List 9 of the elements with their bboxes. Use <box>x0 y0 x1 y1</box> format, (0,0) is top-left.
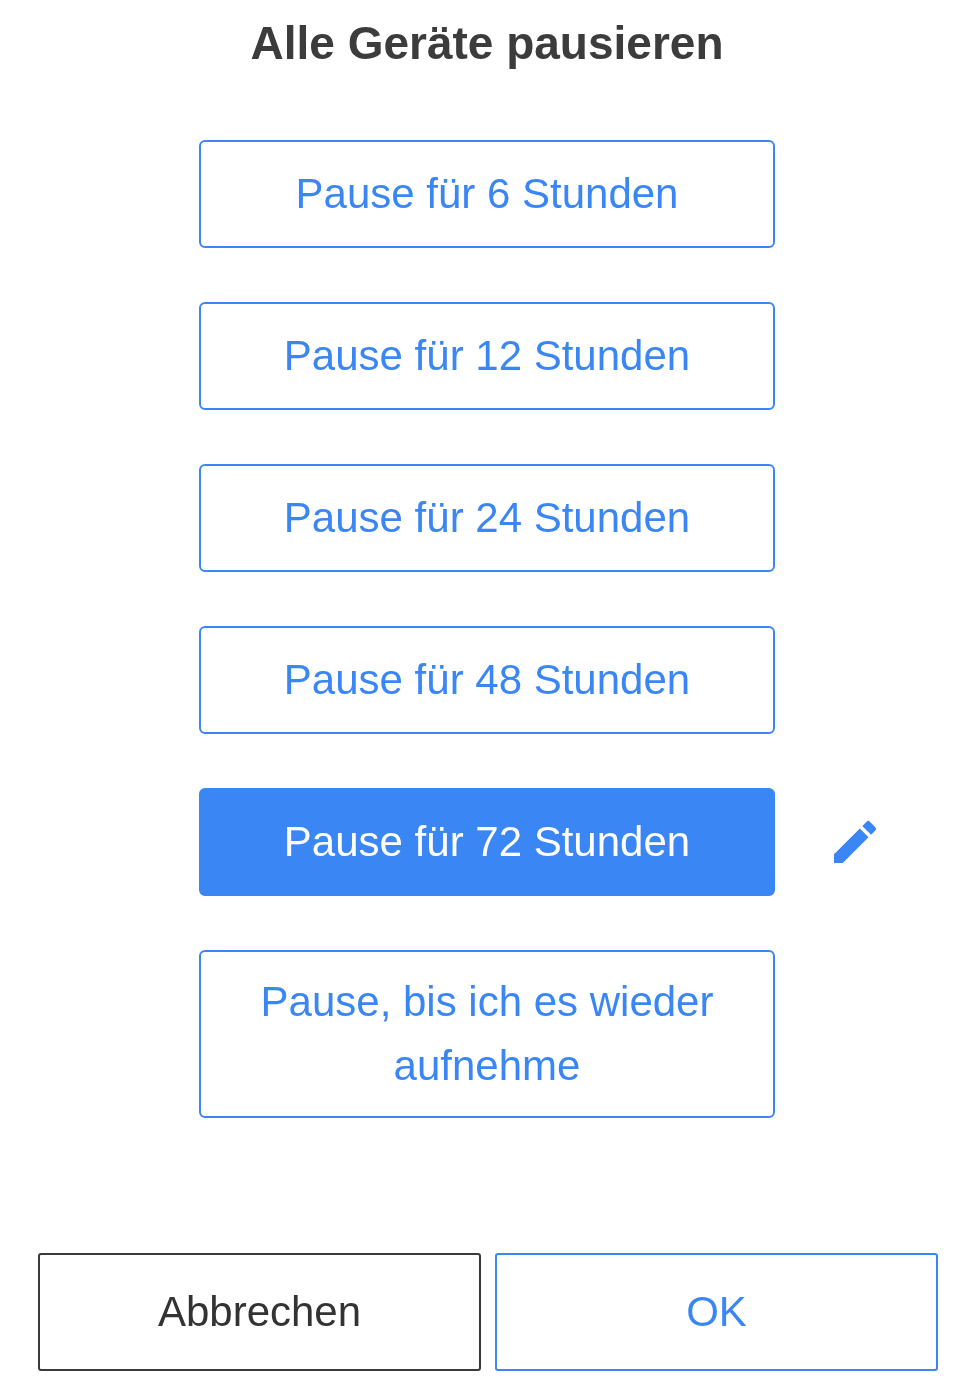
pause-option[interactable]: Pause für 12 Stunden <box>199 302 775 410</box>
pause-option[interactable]: Pause für 6 Stunden <box>199 140 775 248</box>
ok-button[interactable]: OK <box>495 1253 938 1371</box>
dialog-title: Alle Geräte pausieren <box>249 16 725 71</box>
pause-option[interactable]: Pause, bis ich es wieder aufnehme <box>199 950 775 1118</box>
cancel-button[interactable]: Abbrechen <box>38 1253 481 1371</box>
pause-option[interactable]: Pause für 24 Stunden <box>199 464 775 572</box>
pause-option[interactable]: Pause für 72 Stunden <box>199 788 775 896</box>
pause-option[interactable]: Pause für 48 Stunden <box>199 626 775 734</box>
